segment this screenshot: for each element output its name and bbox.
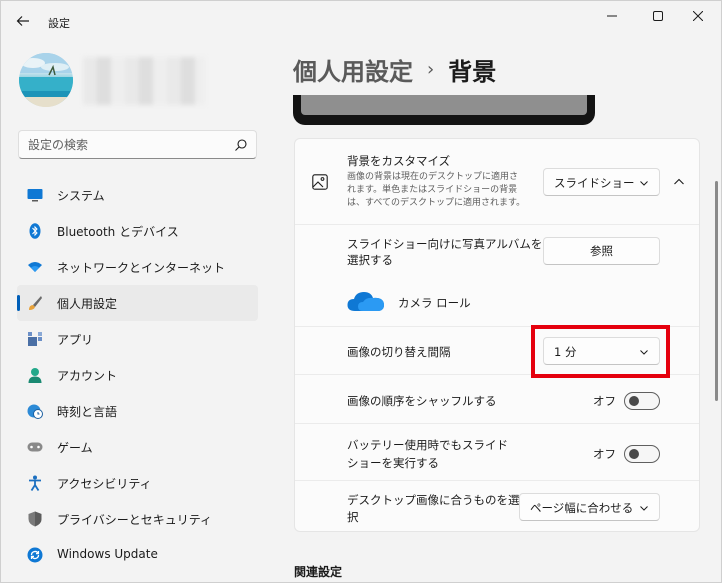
shuffle-toggle-state: オフ <box>593 394 616 408</box>
customize-background-desc: れます。単色またはスライドショーの背景 <box>347 185 518 195</box>
app-title: 設定 <box>48 17 70 30</box>
fit-dropdown[interactable]: ページ幅に合わせる <box>519 493 660 521</box>
background-type-dropdown[interactable]: スライドショー <box>543 168 660 196</box>
sidebar-item-label: アプリ <box>57 333 94 347</box>
customize-background-desc: 画像の背景は現在のデスクトップに適用さ <box>347 172 519 182</box>
desktop-preview <box>293 95 595 125</box>
sidebar-item-windows-update[interactable]: Windows Update <box>17 537 258 573</box>
battery-toggle-state: オフ <box>593 447 616 461</box>
close-button[interactable] <box>675 5 721 27</box>
chevron-down-icon <box>640 506 648 511</box>
sidebar-item-label: アカウント <box>57 369 118 383</box>
sidebar-item-label: 個人用設定 <box>57 297 118 311</box>
onedrive-cloud-icon <box>347 292 384 311</box>
minimize-button[interactable] <box>589 5 635 27</box>
choose-fit-row: デスクトップ画像に合うものを選 択 ページ幅に合わせる <box>295 482 699 531</box>
settings-window: 設定 設定の検索 システム Bluetooth とデバイス ネットワークとインタ… <box>0 0 722 583</box>
battery-slideshow-label: ショーを実行する <box>347 456 439 470</box>
customize-background-row: 背景をカスタマイズ 画像の背景は現在のデスクトップに適用さ れます。単色またはス… <box>295 139 699 225</box>
shuffle-label: 画像の順序をシャッフルする <box>347 394 497 408</box>
shuffle-row: 画像の順序をシャッフルする オフ <box>295 376 699 424</box>
choose-fit-label: デスクトップ画像に合うものを選 <box>347 493 520 507</box>
scrollbar-thumb[interactable] <box>715 181 718 401</box>
person-icon <box>27 367 43 383</box>
sidebar-item-label: Windows Update <box>57 547 158 561</box>
sidebar-item-gaming[interactable]: ゲーム <box>17 429 258 465</box>
battery-slideshow-row: バッテリー使用時でもスライド ショーを実行する オフ <box>295 425 699 481</box>
dropdown-value: ページ幅に合わせる <box>530 501 634 515</box>
beach-photo-icon <box>19 53 73 107</box>
breadcrumb: 個人用設定 › 背景 <box>293 51 496 87</box>
browse-button[interactable]: 参照 <box>543 237 660 265</box>
monitor-icon <box>27 187 43 203</box>
sidebar-item-network[interactable]: ネットワークとインターネット <box>17 249 258 285</box>
wifi-icon <box>27 259 43 275</box>
sidebar-item-label: プライバシーとセキュリティ <box>57 513 213 527</box>
customize-background-title: 背景をカスタマイズ <box>347 154 451 168</box>
shield-icon <box>27 511 43 527</box>
dropdown-value: スライドショー <box>554 176 635 190</box>
sidebar-item-personalization[interactable]: 個人用設定 <box>17 285 258 321</box>
sidebar-item-system[interactable]: システム <box>17 177 258 213</box>
chevron-up-icon[interactable] <box>673 177 685 187</box>
profile-name-blurred <box>83 57 205 105</box>
highlight-annotation <box>531 325 670 378</box>
sidebar-item-time-language[interactable]: 時刻と言語 <box>17 393 258 429</box>
page-title: 背景 <box>448 57 497 86</box>
sidebar-item-label: システム <box>57 189 105 203</box>
settings-search-box[interactable] <box>18 130 257 159</box>
sidebar-item-label: ゲーム <box>57 441 93 455</box>
back-arrow-icon <box>16 16 29 26</box>
sidebar-item-label: 時刻と言語 <box>57 405 118 419</box>
sidebar-nav: システム Bluetooth とデバイス ネットワークとインターネット 個人用設… <box>17 177 258 573</box>
sidebar-item-privacy-security[interactable]: プライバシーとセキュリティ <box>17 501 258 537</box>
back-button[interactable] <box>11 9 35 33</box>
photo-album-label: 選択する <box>347 253 393 267</box>
sidebar-item-apps[interactable]: アプリ <box>17 321 258 357</box>
title-bar: 設定 <box>1 1 721 39</box>
sidebar-item-label: ネットワークとインターネット <box>57 261 226 275</box>
gamepad-icon <box>27 439 43 455</box>
profile-avatar[interactable] <box>19 53 73 107</box>
apps-icon <box>27 331 43 347</box>
photo-album-row: スライドショー向けに写真アルバムを 選択する 参照 カメラ ロール <box>295 226 699 327</box>
breadcrumb-parent[interactable]: 個人用設定 <box>293 52 413 87</box>
sidebar-item-accessibility[interactable]: アクセシビリティ <box>17 465 258 501</box>
maximize-icon <box>653 11 663 21</box>
change-interval-label: 画像の切り替え間隔 <box>347 345 451 359</box>
chevron-down-icon <box>640 181 648 186</box>
breadcrumb-separator: › <box>427 58 435 80</box>
related-settings-heading: 関連設定 <box>294 565 343 579</box>
sidebar-item-label: アクセシビリティ <box>57 477 152 491</box>
accessibility-icon <box>27 475 43 491</box>
search-icon[interactable] <box>234 138 248 152</box>
choose-fit-label: 択 <box>347 510 359 524</box>
sidebar-item-accounts[interactable]: アカウント <box>17 357 258 393</box>
sidebar-item-label: Bluetooth とデバイス <box>57 225 179 239</box>
image-icon <box>312 174 328 190</box>
sidebar-item-bluetooth[interactable]: Bluetooth とデバイス <box>17 213 258 249</box>
globe-clock-icon <box>27 403 43 419</box>
bluetooth-icon <box>27 223 43 239</box>
battery-slideshow-label: バッテリー使用時でもスライド <box>347 438 508 452</box>
minimize-icon <box>607 15 617 17</box>
shuffle-toggle[interactable] <box>624 392 660 410</box>
settings-search-input[interactable] <box>28 136 228 154</box>
customize-background-desc: は、すべてのデスクトップに適用されます。 <box>347 198 526 208</box>
update-icon <box>27 547 43 563</box>
close-icon <box>693 11 703 21</box>
battery-toggle[interactable] <box>624 445 660 463</box>
brush-icon <box>27 295 43 311</box>
photo-album-label: スライドショー向けに写真アルバムを <box>347 237 543 251</box>
camera-roll-label[interactable]: カメラ ロール <box>398 295 471 311</box>
